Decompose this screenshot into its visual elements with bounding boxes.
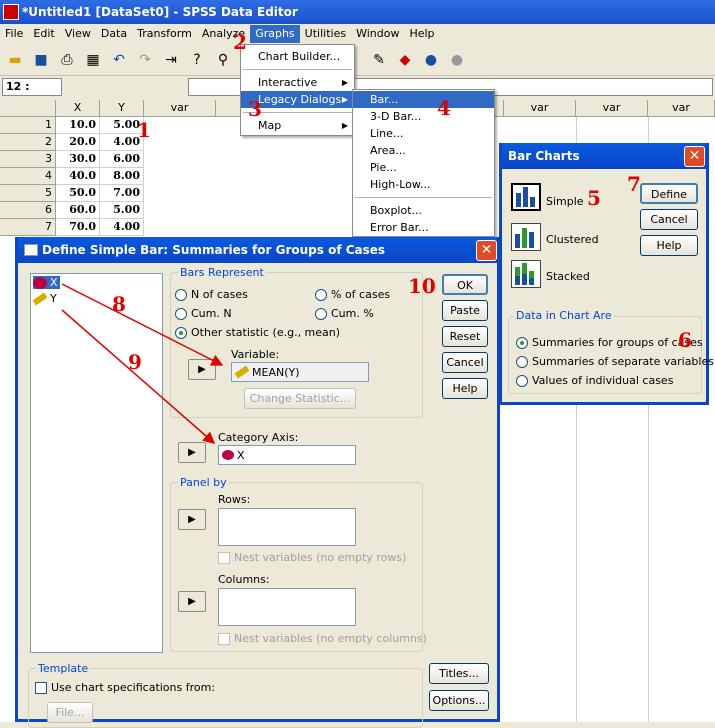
annotation-8: 8 [112, 292, 126, 316]
arrow-9 [61, 309, 216, 444]
annotation-6: 6 [678, 328, 692, 352]
annotation-3: 3 [248, 97, 262, 121]
annotation-1: 1 [137, 118, 151, 142]
annotation-2: 2 [233, 30, 247, 54]
annotation-arrows [61, 283, 224, 444]
arrow-8 [61, 283, 224, 366]
annotation-4: 4 [437, 96, 451, 120]
annotation-10: 10 [408, 274, 436, 298]
annotation-9: 9 [128, 350, 142, 374]
annotation-5: 5 [587, 186, 601, 210]
annotation-7: 7 [627, 172, 641, 196]
